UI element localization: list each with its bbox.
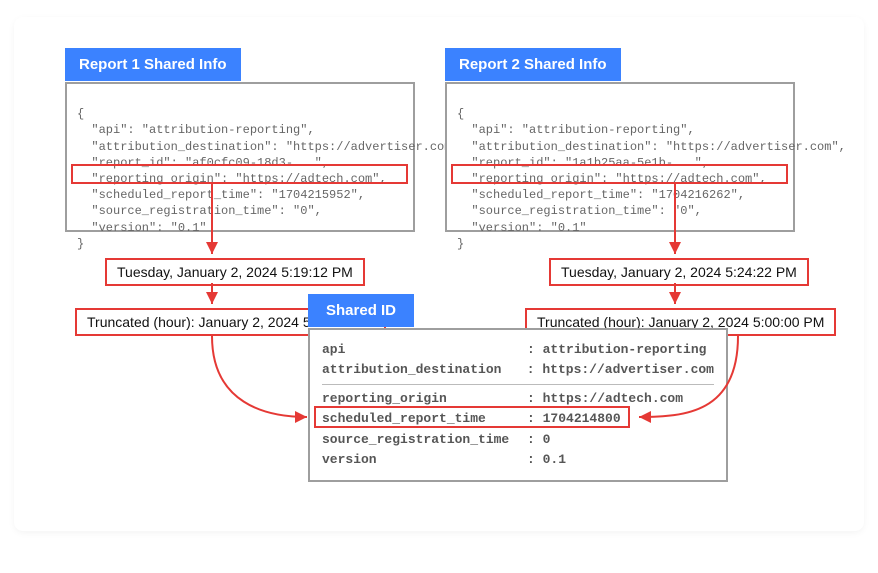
shared-key: attribution_destination xyxy=(322,360,527,380)
shared-val: attribution-reporting xyxy=(543,340,707,360)
report2-srt-highlight xyxy=(451,164,788,184)
shared-row-sreg: source_registration_time : 0 xyxy=(322,430,714,450)
shared-box: api : attribution-reporting attribution_… xyxy=(308,328,728,482)
shared-header: Shared ID xyxy=(308,294,414,327)
report2-json: { "api": "attribution-reporting", "attri… xyxy=(445,82,795,232)
json-line: "attribution_destination": "https://adve… xyxy=(457,140,846,154)
json-line: "api": "attribution-reporting", xyxy=(457,123,695,137)
shared-key: api xyxy=(322,340,527,360)
json-line: { xyxy=(77,107,84,121)
shared-colon: : xyxy=(527,450,543,470)
shared-divider xyxy=(322,384,714,385)
json-line: "scheduled_report_time": "1704216262", xyxy=(457,188,745,202)
report1-header: Report 1 Shared Info xyxy=(65,48,241,81)
shared-srt-highlight xyxy=(314,406,630,428)
shared-val: https://advertiser.com xyxy=(542,360,714,380)
shared-key: source_registration_time xyxy=(322,430,527,450)
json-line: "attribution_destination": "https://adve… xyxy=(77,140,466,154)
json-line: "source_registration_time": "0", xyxy=(457,204,702,218)
json-line: "scheduled_report_time": "1704215952", xyxy=(77,188,365,202)
json-line: { xyxy=(457,107,464,121)
shared-colon: : xyxy=(527,360,543,380)
json-line: "source_registration_time": "0", xyxy=(77,204,322,218)
shared-val: 0.1 xyxy=(543,450,566,470)
json-line: "version": "0.1" xyxy=(77,221,207,235)
report2-header: Report 2 Shared Info xyxy=(445,48,621,81)
shared-colon: : xyxy=(527,430,543,450)
shared-key: version xyxy=(322,450,527,470)
report2-datetime: Tuesday, January 2, 2024 5:24:22 PM xyxy=(549,258,809,286)
shared-val: 0 xyxy=(543,430,551,450)
report1-srt-highlight xyxy=(71,164,408,184)
report1-json: { "api": "attribution-reporting", "attri… xyxy=(65,82,415,232)
json-line: "api": "attribution-reporting", xyxy=(77,123,315,137)
arrow-r1-truncated-to-shared xyxy=(212,336,307,417)
json-line: } xyxy=(457,237,464,251)
json-line: } xyxy=(77,237,84,251)
shared-colon: : xyxy=(527,340,543,360)
shared-row-dest: attribution_destination : https://advert… xyxy=(322,360,714,380)
shared-row-api: api : attribution-reporting xyxy=(322,340,714,360)
shared-row-ver: version : 0.1 xyxy=(322,450,714,470)
report1-datetime: Tuesday, January 2, 2024 5:19:12 PM xyxy=(105,258,365,286)
json-line: "version": "0.1" xyxy=(457,221,587,235)
